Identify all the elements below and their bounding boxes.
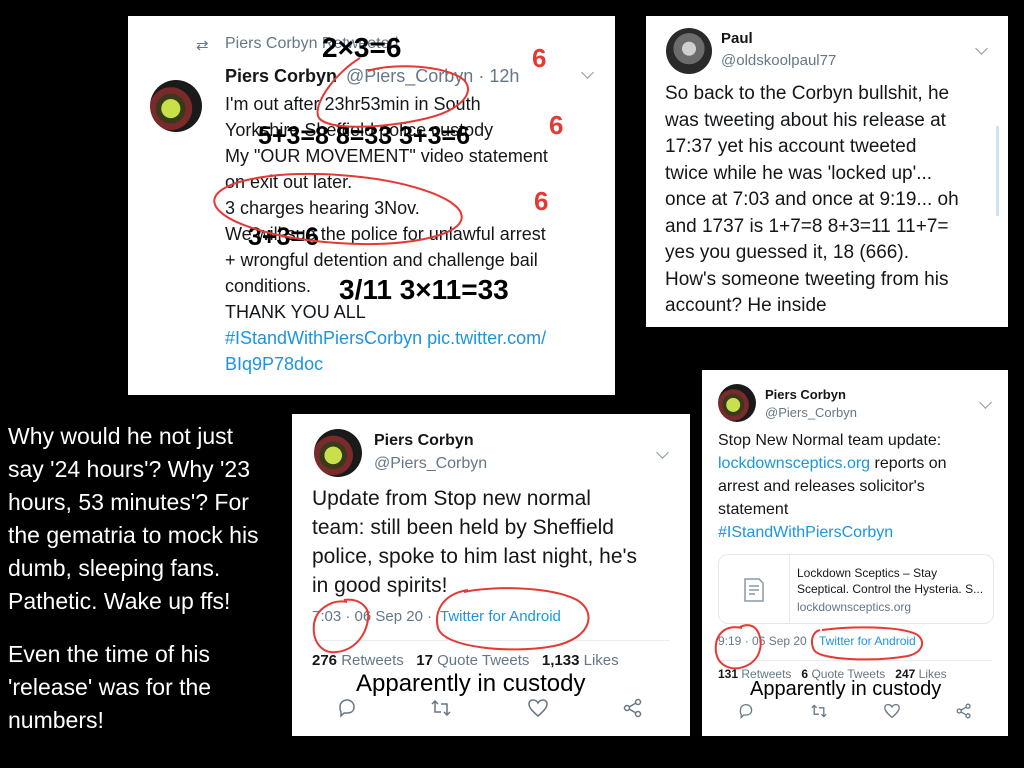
scrollbar[interactable]: [996, 126, 999, 216]
tweet-card-piers-lockdown: Piers Corbyn @Piers_Corbyn Stop New Norm…: [702, 370, 1008, 736]
tweet-text: reports on: [870, 455, 947, 472]
hashtag-link[interactable]: #IStandWithPiersCorbyn: [718, 521, 947, 544]
reply-icon[interactable]: [738, 703, 754, 719]
annotation-3plus3: 3+3=6: [248, 223, 319, 251]
retweets-count[interactable]: 131: [718, 667, 738, 681]
link-card-title: Sceptical. Control the Hysteria. S...: [797, 582, 984, 596]
tweet-line: police, spoke to him last night, he's: [312, 545, 638, 568]
divider: [718, 660, 992, 661]
document-icon: [719, 555, 790, 623]
tweet-line: So back to the Corbyn bullshit, he: [665, 83, 950, 104]
avatar[interactable]: [314, 429, 362, 477]
tweet-card-paul: Paul @oldskoolpaul77 So back to the Corb…: [646, 16, 1008, 327]
tweet-source-link[interactable]: Twitter for Android: [440, 608, 561, 625]
retweet-icon[interactable]: [810, 703, 828, 719]
hashtag-link[interactable]: #IStandWithPiersCorbyn pic.twitter.com/: [225, 325, 548, 351]
tweet-line: twice while he was 'locked up'...: [665, 162, 933, 184]
commentary-line: the gematria to mock his: [8, 522, 259, 548]
engagement-stats: 276 Retweets 17 Quote Tweets 1,133 Likes: [312, 652, 619, 669]
tweet-line: arrest and releases solicitor's: [718, 478, 925, 495]
author-handle-time[interactable]: @Piers_Corbyn · 12h: [346, 66, 519, 87]
like-icon[interactable]: [527, 698, 549, 718]
annotation-six: 6: [549, 110, 564, 140]
tweet-card-piers-retweet: ⇄ Piers Corbyn Retweeted Piers Corbyn @P…: [128, 16, 615, 395]
tweet-line: 3 charges hearing 3Nov.: [225, 198, 420, 218]
commentary-line: say '24 hours'? Why '23: [8, 456, 251, 482]
tweet-line: yes you guessed it, 18 (666).: [665, 242, 909, 263]
commentary-line: hours, 53 minutes'? For: [8, 489, 249, 515]
commentary-line: numbers!: [8, 707, 104, 733]
tweet-body: Update from Stop new normal team: still …: [312, 484, 637, 600]
pic-link[interactable]: BIq9P78doc: [225, 351, 548, 377]
share-icon[interactable]: [623, 698, 643, 718]
tweet-line: 17:37 yet his account tweeted: [665, 136, 917, 157]
likes-label[interactable]: Likes: [584, 652, 619, 669]
author-name[interactable]: Piers Corbyn: [374, 432, 474, 450]
link-preview-card[interactable]: Lockdown Sceptics – Stay Sceptical. Cont…: [718, 554, 994, 624]
commentary-line: Even the time of his: [8, 641, 210, 667]
chevron-down-icon[interactable]: [979, 396, 992, 409]
share-icon[interactable]: [956, 703, 972, 719]
annotation-in-custody: Apparently in custody: [356, 670, 586, 697]
tweet-line: How's someone tweeting from his: [665, 268, 949, 290]
annotation-in-custody: Apparently in custody: [750, 678, 942, 700]
like-icon[interactable]: [883, 703, 901, 719]
tweet-line: Update from Stop new normal: [312, 487, 591, 510]
commentary-line: Pathetic. Wake up ffs!: [8, 588, 231, 614]
tweet-line: lockdownsceptics.org reports on: [718, 452, 947, 475]
tweet-line: on exit out later.: [225, 172, 353, 192]
website-link[interactable]: lockdownsceptics.org: [718, 455, 870, 472]
tweet-line: and 1737 is 1+7=8 8+3=11 11+7=: [665, 215, 949, 237]
tweet-line: in good spirits!: [312, 574, 448, 597]
author-name[interactable]: Piers Corbyn: [225, 66, 337, 87]
commentary-line: [8, 618, 259, 638]
tweet-line: I'm out after 23hr53min in South: [225, 94, 481, 114]
chevron-down-icon[interactable]: [656, 446, 669, 459]
retweet-icon: ⇄: [196, 37, 209, 54]
avatar[interactable]: [666, 28, 712, 74]
annotation-sum: 5+3=8 8=33 3+3=6: [258, 122, 471, 150]
author-handle[interactable]: @Piers_Corbyn: [765, 405, 857, 420]
commentary-line: dumb, sleeping fans.: [8, 555, 221, 581]
quotes-label[interactable]: Quote Tweets: [437, 652, 529, 669]
tweet-timestamp[interactable]: 9:19 · 06 Sep 20 ·: [718, 634, 814, 648]
link-card-title: Lockdown Sceptics – Stay: [797, 566, 938, 580]
annotation-2x3: 2×3=6: [322, 32, 402, 63]
annotation-six: 6: [532, 43, 547, 73]
tweet-line: statement: [718, 501, 789, 518]
tweet-line: team: still been held by Sheffield: [312, 516, 614, 539]
author-name[interactable]: Piers Corbyn: [765, 387, 846, 402]
tweet-line: once at 7:03 and once at 9:19... oh: [665, 189, 959, 210]
reply-icon[interactable]: [337, 698, 357, 718]
commentary-line: Why would he not just: [8, 423, 234, 449]
tweet-line: Stop New Normal team update:: [718, 432, 942, 449]
tweet-source-link[interactable]: Twitter for Android: [819, 634, 916, 648]
commentary-text: Why would he not just say '24 hours'? Wh…: [8, 420, 259, 737]
avatar[interactable]: [150, 80, 202, 132]
retweet-icon[interactable]: [430, 698, 452, 718]
retweets-label[interactable]: Retweets: [341, 652, 404, 669]
chevron-down-icon[interactable]: [581, 66, 594, 79]
tweet-line: was tweeting about his release at: [665, 109, 946, 131]
avatar[interactable]: [718, 384, 756, 422]
likes-count[interactable]: 1,133: [542, 652, 580, 669]
annotation-date: 3/11 3×11=33: [339, 274, 509, 305]
commentary-line: 'release' was for the: [8, 674, 212, 700]
annotation-six: 6: [534, 186, 549, 216]
link-card-domain: lockdownsceptics.org: [797, 600, 912, 614]
tweet-line: account? He inside: [665, 295, 827, 316]
tweet-body: So back to the Corbyn bullshit, he was t…: [665, 81, 959, 320]
author-handle[interactable]: @Piers_Corbyn: [374, 455, 487, 473]
tweet-body: Stop New Normal team update: lockdownsce…: [718, 429, 947, 544]
retweets-count[interactable]: 276: [312, 652, 337, 669]
divider: [312, 640, 670, 641]
chevron-down-icon[interactable]: [975, 42, 988, 55]
author-name[interactable]: Paul: [721, 30, 753, 47]
tweet-card-piers-update: Piers Corbyn @Piers_Corbyn Update from S…: [292, 414, 690, 736]
tweet-timestamp[interactable]: 7:03 · 06 Sep 20 ·: [312, 608, 432, 625]
quotes-count[interactable]: 17: [416, 652, 433, 669]
author-handle[interactable]: @oldskoolpaul77: [721, 52, 836, 69]
